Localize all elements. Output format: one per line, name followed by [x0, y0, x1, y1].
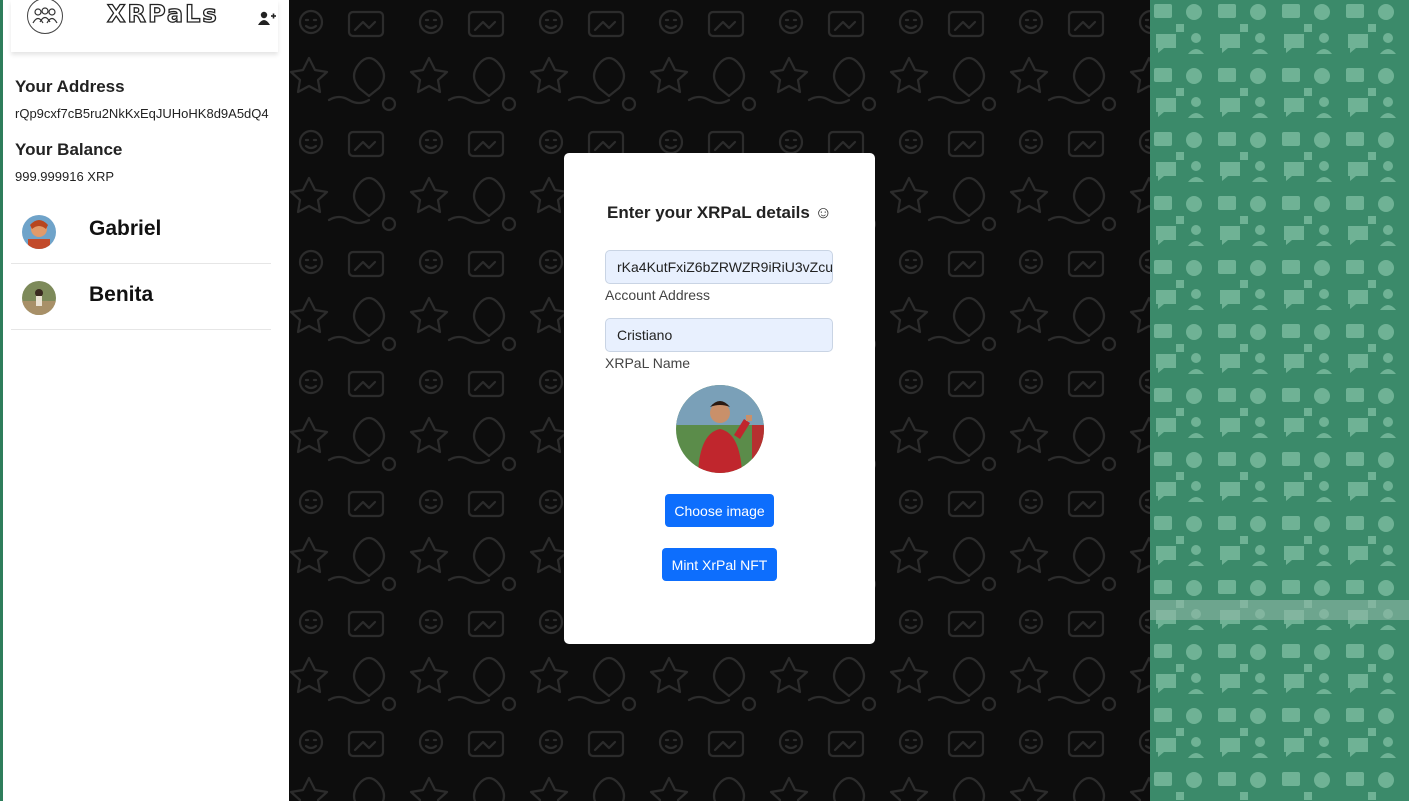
sidebar: XRPaLs Your Address rQp9cxf7cB5ru2NkKxEq… [3, 0, 289, 801]
mint-nft-button[interactable]: Mint XrPal NFT [662, 548, 777, 581]
contact-name: Benita [89, 283, 154, 306]
sidebar-header: XRPaLs [11, 0, 278, 52]
right-pattern-panel [1150, 0, 1409, 801]
contact-name: Gabriel [89, 217, 162, 240]
avatar [22, 215, 56, 249]
add-user-icon[interactable] [257, 9, 277, 27]
your-address-label: Your Address [15, 77, 125, 96]
choose-image-button[interactable]: Choose image [665, 494, 774, 527]
account-address-label: Account Address [605, 287, 711, 303]
contact-item-benita[interactable]: Benita [11, 266, 271, 330]
icon-pattern [1150, 0, 1409, 801]
xrpal-photo [676, 385, 764, 473]
pattern-divider [1150, 600, 1409, 620]
avatar [22, 281, 56, 315]
modal-title: Enter your XRPaL details ☺ [607, 203, 832, 222]
brand-logo-text: XRPaLs [106, 0, 219, 29]
your-balance-label: Your Balance [15, 140, 123, 159]
account-address-field[interactable]: rKa4KutFxiZ6bZRWZR9iRiU3vZcu9 [605, 250, 833, 284]
your-address-value: rQp9cxf7cB5ru2NkKxEqJUHoHK8d9A5dQ4 [15, 106, 269, 121]
app-logo-icon [27, 0, 63, 34]
your-balance-value: 999.999916 XRP [15, 169, 115, 184]
xrpal-name-label: XRPaL Name [605, 355, 691, 371]
xrpal-name-field[interactable]: Cristiano [605, 318, 833, 352]
xrpal-details-modal: Enter your XRPaL details ☺ rKa4KutFxiZ6b… [564, 153, 875, 644]
contact-item-gabriel[interactable]: Gabriel [11, 200, 271, 264]
